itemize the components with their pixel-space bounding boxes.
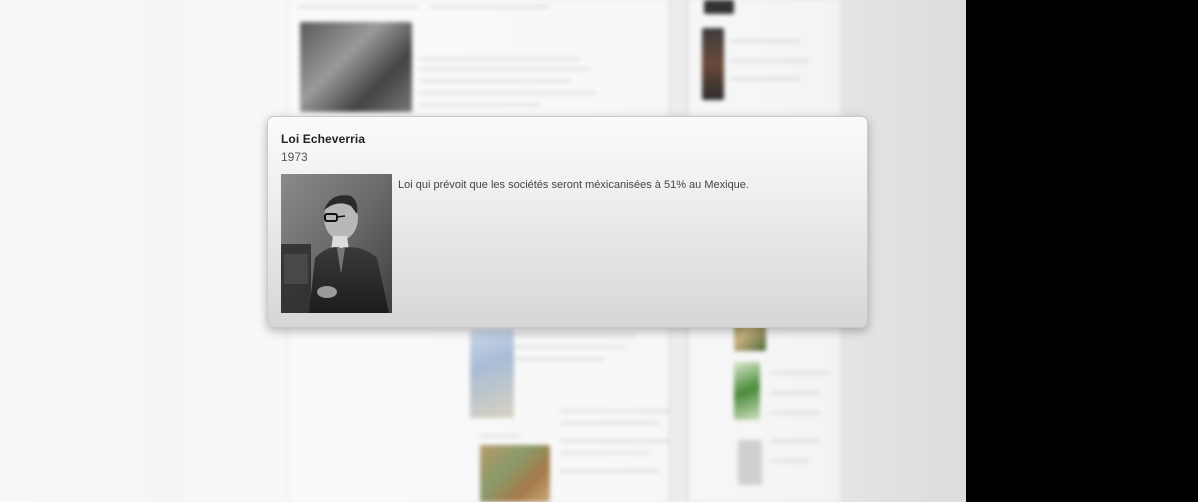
background-map-thumbnail bbox=[734, 362, 760, 420]
background-text-line bbox=[730, 60, 810, 62]
background-text-line bbox=[420, 58, 580, 60]
background-text-line bbox=[420, 80, 570, 82]
background-photo bbox=[300, 22, 412, 112]
background-thumbnail bbox=[702, 28, 724, 100]
background-text-line bbox=[770, 392, 820, 394]
background-thumbnail bbox=[704, 0, 734, 14]
background-text-line bbox=[770, 440, 820, 442]
background-text-line bbox=[770, 372, 830, 374]
info-popover[interactable]: Loi Echeverria 1973 Loi qui prévoit que … bbox=[267, 116, 868, 328]
background-photo bbox=[480, 445, 550, 502]
background-text-line bbox=[515, 358, 605, 360]
background-text-line bbox=[420, 104, 540, 106]
background-map-thumbnail bbox=[470, 330, 514, 418]
popover-year: 1973 bbox=[281, 150, 308, 164]
background-text-line bbox=[480, 435, 520, 437]
background-text-line bbox=[430, 6, 550, 8]
background-text-line bbox=[515, 346, 625, 348]
portrait-photo-icon bbox=[281, 174, 392, 313]
background-text-line bbox=[560, 422, 660, 424]
background-text-line bbox=[560, 470, 660, 472]
background-text-line bbox=[515, 334, 635, 336]
background-thumbnail bbox=[738, 440, 762, 485]
background-text-line bbox=[730, 40, 800, 42]
popover-title: Loi Echeverria bbox=[281, 132, 366, 146]
background-text-line bbox=[560, 410, 670, 412]
right-black-panel bbox=[966, 0, 1198, 502]
background-text-line bbox=[770, 412, 820, 414]
app-window: Loi Echeverria 1973 Loi qui prévoit que … bbox=[0, 0, 1198, 502]
background-text-line bbox=[298, 6, 418, 8]
popover-description: Loi qui prévoit que les sociétés seront … bbox=[398, 179, 749, 191]
background-text-line bbox=[560, 440, 670, 442]
background-text-line bbox=[770, 460, 810, 462]
background-text-line bbox=[560, 452, 650, 454]
background-text-line bbox=[730, 78, 800, 80]
background-text-line bbox=[420, 68, 590, 70]
background-text-line bbox=[420, 92, 595, 94]
